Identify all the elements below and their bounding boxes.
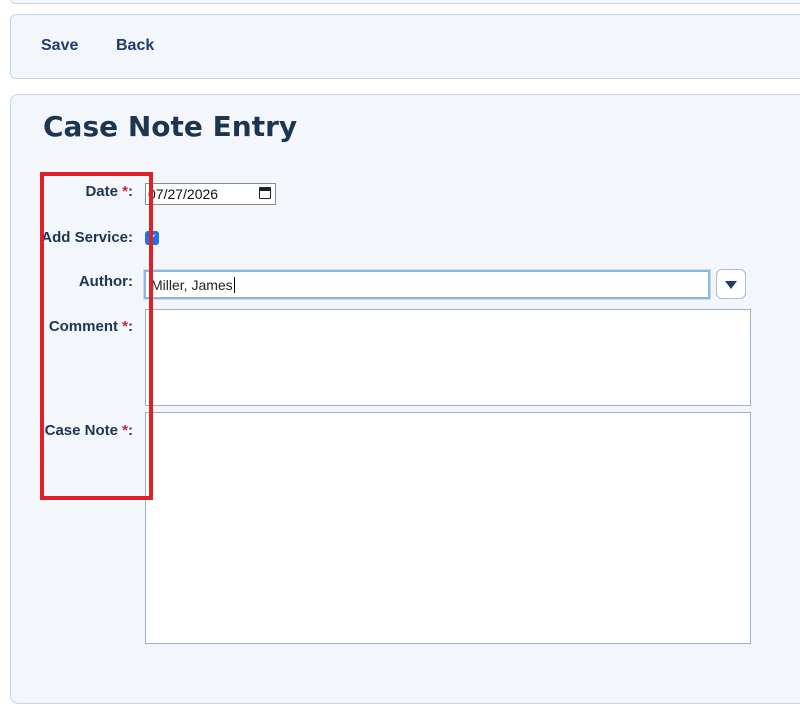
case-note-label: Case Note *:	[45, 422, 133, 439]
chevron-down-icon	[725, 281, 737, 289]
add-service-checkbox[interactable]: ✓	[145, 231, 159, 245]
comment-label-text: Comment	[48, 318, 123, 335]
author-dropdown-button[interactable]	[716, 269, 746, 299]
text-caret	[233, 277, 235, 293]
label-colon: :	[128, 183, 133, 200]
page-title: Case Note Entry	[43, 110, 298, 143]
label-colon: :	[128, 422, 133, 439]
case-note-textarea[interactable]	[145, 412, 751, 644]
author-field[interactable]: Miller, James	[143, 269, 711, 300]
comment-textarea[interactable]	[145, 309, 751, 406]
add-service-label: Add Service:	[41, 229, 133, 246]
author-label: Author:	[78, 273, 133, 290]
save-button[interactable]: Save	[41, 37, 78, 55]
date-label-text: Date	[85, 183, 123, 200]
calendar-icon[interactable]	[259, 187, 271, 199]
top-strip	[10, 0, 800, 4]
case-note-label-text: Case Note	[44, 422, 123, 439]
date-label: Date *:	[85, 183, 133, 200]
back-button[interactable]: Back	[116, 37, 154, 55]
label-colon: :	[128, 318, 133, 335]
date-value: 07/27/2026	[148, 186, 219, 202]
comment-label: Comment *:	[49, 318, 133, 335]
check-icon: ✓	[146, 231, 158, 245]
toolbar: Save Back	[10, 14, 800, 79]
date-field[interactable]: 07/27/2026	[145, 183, 276, 205]
author-value: Miller, James	[151, 277, 233, 293]
